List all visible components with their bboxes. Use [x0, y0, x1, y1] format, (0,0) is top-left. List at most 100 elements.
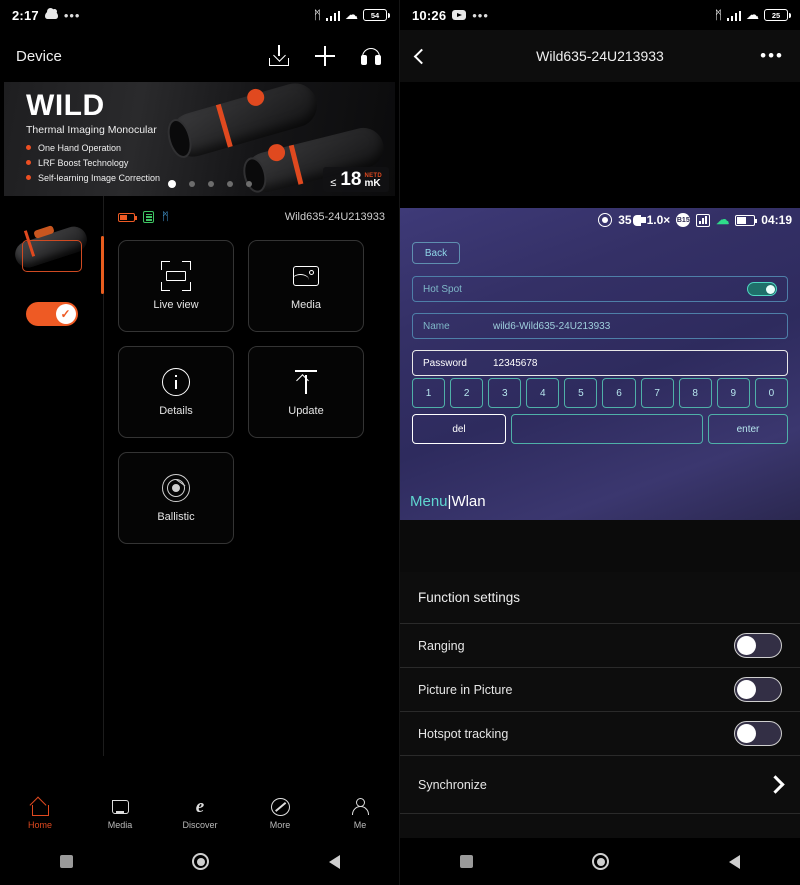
recents-icon[interactable]	[59, 855, 73, 868]
right-system-nav	[400, 838, 800, 885]
key-0[interactable]: 0	[754, 378, 788, 408]
key-space[interactable]	[511, 414, 703, 444]
pagination-dot[interactable]	[208, 181, 214, 187]
row-password[interactable]: Password 12345678	[412, 350, 788, 376]
key-1[interactable]: 1	[412, 378, 446, 408]
person-icon	[350, 797, 371, 817]
live-view-icon	[161, 261, 191, 291]
bullet-icon	[26, 175, 31, 180]
key-del[interactable]: del	[412, 414, 506, 444]
upload-icon	[291, 367, 321, 397]
wifi-icon: ☁	[746, 7, 759, 22]
download-icon[interactable]	[267, 44, 291, 68]
card-details[interactable]: Details	[118, 346, 234, 438]
viewer-overlay-status: 35 1.0× B15 ☁ 04:19	[598, 212, 792, 228]
card-ballistic[interactable]: Ballistic	[118, 452, 234, 544]
banner-feature: Self-learning Image Correction	[26, 173, 160, 183]
setting-label: Ranging	[418, 638, 465, 653]
banner-title: WILD	[26, 89, 105, 122]
home-circle-icon[interactable]	[192, 853, 210, 870]
row-hot-spot[interactable]: Hot Spot	[412, 276, 788, 302]
ranging-toggle[interactable]	[734, 633, 782, 658]
overflow-menu-icon[interactable]: •••	[760, 46, 784, 66]
bullet-icon	[26, 160, 31, 165]
picture-in-picture-toggle[interactable]	[734, 677, 782, 702]
banner-feature-label: One Hand Operation	[38, 142, 122, 153]
row-label: Password	[423, 357, 467, 369]
card-update[interactable]: Update	[248, 346, 364, 438]
banner-pagination[interactable]	[168, 180, 252, 188]
folder-icon	[110, 797, 131, 817]
page-title: Wild635-24U213933	[536, 48, 664, 64]
key-4[interactable]: 4	[526, 378, 560, 408]
card-live-view[interactable]: Live view	[118, 240, 234, 332]
battery-level: 25	[771, 10, 781, 20]
media-icon	[291, 261, 321, 291]
breadcrumb-root: Menu	[410, 493, 448, 510]
recents-icon[interactable]	[459, 855, 473, 868]
viewer-back-button[interactable]: Back	[412, 242, 460, 264]
tab-me[interactable]: Me	[320, 797, 399, 830]
tab-media[interactable]: Media	[80, 797, 160, 830]
pagination-dot[interactable]	[189, 181, 195, 187]
key-2[interactable]: 2	[450, 378, 484, 408]
tab-label: Me	[353, 819, 367, 830]
pagination-dot[interactable]	[168, 180, 176, 188]
netd-value: 18	[340, 169, 362, 190]
headset-icon[interactable]	[359, 44, 383, 68]
setting-row-synchronize[interactable]: Synchronize	[400, 756, 800, 814]
back-chevron-icon[interactable]	[413, 48, 430, 64]
signal-icon	[325, 10, 340, 21]
card-label: Media	[291, 299, 321, 311]
tab-more[interactable]: More	[240, 797, 320, 830]
card-label: Live view	[153, 299, 199, 311]
home-icon	[29, 796, 51, 817]
device-connect-toggle[interactable]	[25, 302, 78, 326]
battery-icon	[735, 214, 758, 226]
setting-label: Hotspot tracking	[418, 726, 509, 741]
battery-icon	[118, 212, 137, 222]
setting-row-ranging[interactable]: Ranging	[400, 624, 800, 668]
row-name[interactable]: Name wild6-Wild635-24U213933	[412, 313, 788, 339]
palette-badge: B15	[676, 213, 691, 227]
key-7[interactable]: 7	[640, 378, 674, 408]
setting-label: Synchronize	[418, 777, 487, 792]
key-3[interactable]: 3	[488, 378, 522, 408]
breadcrumb: Menu|Wlan	[410, 493, 486, 510]
key-5[interactable]: 5	[564, 378, 598, 408]
battery-level: 54	[370, 10, 380, 20]
hot-spot-toggle[interactable]	[747, 282, 777, 296]
setting-row-hotspot-tracking[interactable]: Hotspot tracking	[400, 712, 800, 756]
battery-icon: 25	[764, 9, 791, 21]
home-circle-icon[interactable]	[592, 853, 610, 870]
youtube-icon	[452, 10, 467, 20]
device-thumbnail[interactable]	[8, 220, 96, 276]
key-8[interactable]: 8	[678, 378, 712, 408]
hotspot-tracking-toggle[interactable]	[734, 721, 782, 746]
info-icon	[161, 367, 191, 397]
row-value: wild6-Wild635-24U213933	[493, 320, 611, 332]
banner-feature-label: LRF Boost Technology	[38, 157, 129, 168]
key-9[interactable]: 9	[716, 378, 750, 408]
device-meta-row: ᛗ Wild635-24U213933	[118, 206, 385, 228]
key-6[interactable]: 6	[602, 378, 636, 408]
back-triangle-icon[interactable]	[329, 854, 341, 869]
tab-label: Home	[27, 819, 52, 830]
status-overflow-icon: •••	[63, 7, 81, 23]
pagination-dot[interactable]	[246, 181, 252, 187]
chevron-right-icon[interactable]	[766, 775, 785, 794]
tab-discover[interactable]: e Discover	[160, 796, 240, 830]
device-live-viewer[interactable]: 35 1.0× B15 ☁ 04:19 Back Hot Spot Name w…	[400, 208, 800, 520]
left-system-nav	[0, 838, 399, 885]
promo-banner[interactable]: WILD Thermal Imaging Monocular One Hand …	[4, 82, 395, 196]
back-triangle-icon[interactable]	[729, 854, 741, 869]
netd-unit: mK	[364, 178, 381, 189]
plus-icon[interactable]	[313, 44, 337, 68]
card-media[interactable]: Media	[248, 240, 364, 332]
tab-home[interactable]: Home	[0, 796, 80, 830]
bottom-tab-bar: Home Media e Discover More Me	[0, 788, 399, 838]
key-enter[interactable]: enter	[708, 414, 788, 444]
tab-label: Discover	[182, 819, 218, 830]
setting-row-picture-in-picture[interactable]: Picture in Picture	[400, 668, 800, 712]
pagination-dot[interactable]	[227, 181, 233, 187]
